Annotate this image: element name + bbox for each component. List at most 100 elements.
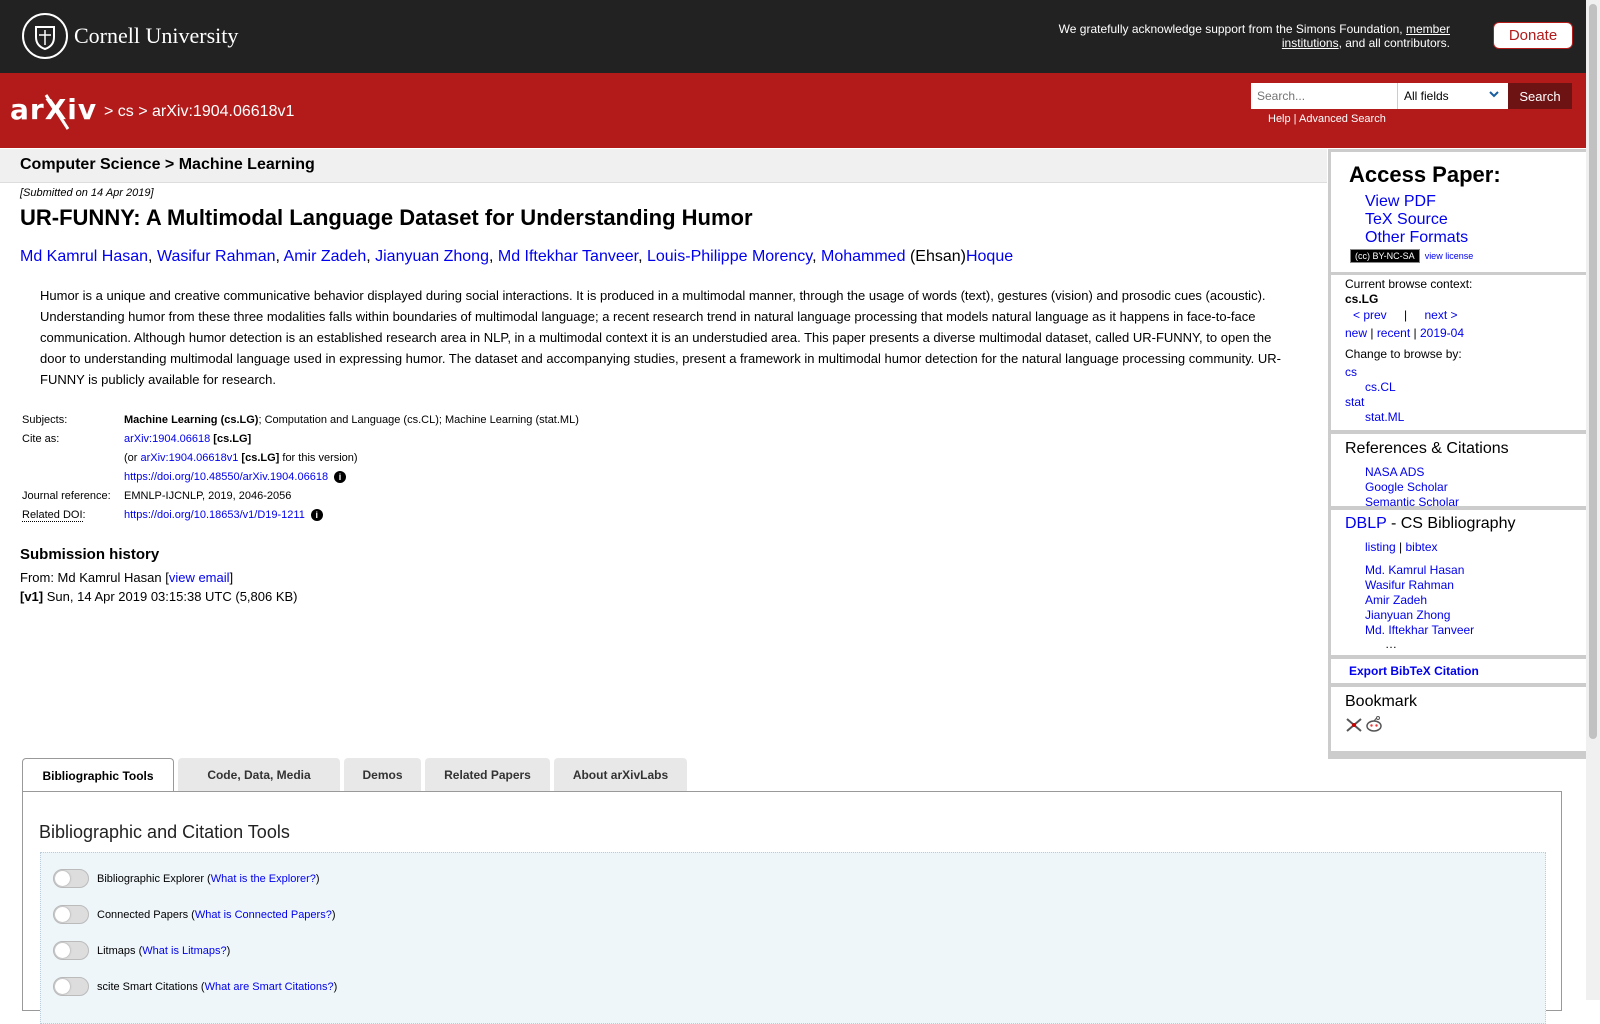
search-field-select[interactable]: All fields (1397, 83, 1508, 109)
metadata-table: Subjects: Machine Learning (cs.LG); Comp… (22, 414, 579, 522)
google-scholar-link[interactable]: Google Scholar (1365, 480, 1448, 494)
author-link[interactable]: Jianyuan Zhong (375, 248, 489, 265)
help-link[interactable]: Help (1268, 113, 1291, 125)
advanced-search-link[interactable]: Advanced Search (1299, 113, 1386, 125)
tab-demos[interactable]: Demos (344, 758, 421, 791)
subject-path: Computer Science > Machine Learning (20, 156, 315, 173)
submission-history-title: Submission history (20, 546, 160, 563)
toggle-switch[interactable] (53, 869, 89, 888)
version-entry: [v1] Sun, 14 Apr 2019 03:15:38 UTC (5,80… (20, 589, 298, 604)
toggle-switch[interactable] (53, 905, 89, 924)
access-paper-box: Access Paper: View PDF TeX Source Other … (1331, 152, 1586, 272)
browse-cscl-link[interactable]: cs.CL (1365, 380, 1396, 394)
bibsonomy-icon[interactable] (1345, 717, 1363, 738)
tool-help-link[interactable]: What is the Explorer? (211, 873, 316, 885)
other-formats-link[interactable]: Other Formats (1365, 229, 1468, 247)
view-license-link[interactable]: view license (1425, 251, 1474, 261)
bookmark-title: Bookmark (1345, 693, 1418, 710)
dblp-author-link[interactable]: Wasifur Rahman (1365, 578, 1454, 592)
tool-help-link[interactable]: What are Smart Citations? (205, 981, 334, 993)
tool-row: Connected Papers (What is Connected Pape… (53, 905, 336, 924)
doi-link[interactable]: https://doi.org/10.48550/arXiv.1904.0661… (124, 471, 328, 483)
paper-title: UR-FUNNY: A Multimodal Language Dataset … (20, 205, 753, 230)
arxiv-logo[interactable]: arXiv (10, 91, 100, 139)
scrollbar-thumb[interactable] (1589, 4, 1597, 739)
tool-help-link[interactable]: What is Litmaps? (142, 945, 226, 957)
cornell-seal-icon (22, 13, 68, 59)
access-paper-title: Access Paper: (1349, 162, 1501, 187)
prev-link[interactable]: < prev (1353, 308, 1387, 322)
recent-link[interactable]: recent (1377, 326, 1410, 340)
submitted-date: [Submitted on 14 Apr 2019] (20, 187, 154, 199)
donate-button[interactable]: Donate (1493, 22, 1573, 49)
support-text: We gratefully acknowledge support from t… (1058, 22, 1450, 50)
author-link[interactable]: Amir Zadeh (284, 248, 367, 265)
search-button[interactable]: Search (1508, 83, 1572, 109)
breadcrumb: > cs > arXiv:1904.06618v1 (104, 103, 295, 120)
author-link[interactable]: Mohammed (821, 248, 905, 265)
related-doi-link[interactable]: https://doi.org/10.18653/v1/D19-1211 (124, 509, 305, 521)
author-link[interactable]: Louis-Philippe Morency (647, 248, 812, 265)
tex-source-link[interactable]: TeX Source (1365, 211, 1468, 229)
version-id-link[interactable]: arXiv:1904.06618v1 (141, 452, 239, 464)
tab-related-papers[interactable]: Related Papers (425, 758, 550, 791)
dblp-author-link[interactable]: Md. Iftekhar Tanveer (1365, 623, 1474, 637)
tab-about-arxivlabs[interactable]: About arXivLabs (554, 758, 687, 791)
bookmark-box: Bookmark (1331, 687, 1586, 751)
toggle-switch[interactable] (53, 977, 89, 996)
top-banner: Cornell University We gratefully acknowl… (0, 0, 1600, 73)
browse-context: cs.LG (1345, 292, 1379, 306)
browse-statml-link[interactable]: stat.ML (1365, 410, 1404, 424)
chevron-down-icon (1488, 88, 1500, 103)
submission-from: From: Md Kamrul Hasan [view email] (20, 570, 234, 585)
dblp-link[interactable]: DBLP (1345, 515, 1387, 532)
dblp-listing-link[interactable]: listing (1365, 540, 1396, 554)
tools-list: Bibliographic Explorer (What is the Expl… (40, 852, 1546, 1024)
export-bibtex-link[interactable]: Export BibTeX Citation (1349, 664, 1479, 678)
references-box: References & Citations NASA ADS Google S… (1331, 434, 1586, 509)
view-pdf-link[interactable]: View PDF (1365, 193, 1468, 211)
tools-panel: Bibliographic and Citation Tools Bibliog… (22, 791, 1562, 1024)
view-email-link[interactable]: view email (169, 570, 230, 585)
svg-text:arXiv: arXiv (10, 93, 97, 126)
tool-row: Litmaps (What is Litmaps?) (53, 941, 230, 960)
cite-id-link[interactable]: arXiv:1904.06618 (124, 433, 210, 445)
export-box: Export BibTeX Citation (1331, 659, 1586, 683)
nasa-ads-link[interactable]: NASA ADS (1365, 465, 1424, 479)
page-scrollbar[interactable] (1586, 0, 1600, 1000)
reddit-icon[interactable] (1365, 715, 1383, 738)
more-authors: … (1385, 637, 1397, 651)
sidebar: Access Paper: View PDF TeX Source Other … (1328, 149, 1586, 759)
dblp-author-link[interactable]: Jianyuan Zhong (1365, 608, 1450, 622)
author-link[interactable]: Hoque (966, 248, 1013, 265)
cornell-logo[interactable]: Cornell University (22, 13, 238, 59)
author-link[interactable]: Md Kamrul Hasan (20, 248, 148, 265)
journal-reference: EMNLP-IJCNLP, 2019, 2046-2056 (124, 490, 292, 502)
dblp-author-link[interactable]: Md. Kamrul Hasan (1365, 563, 1464, 577)
tool-help-link[interactable]: What is Connected Papers? (195, 909, 332, 921)
university-name: Cornell University (74, 23, 239, 48)
breadcrumb-cs[interactable]: cs (118, 103, 134, 120)
info-icon[interactable]: i (334, 471, 347, 483)
arxiv-header: arXiv > cs > arXiv:1904.06618v1 All fiel… (0, 73, 1600, 148)
license-badge[interactable]: (cc) BY-NC-SA (1350, 249, 1420, 263)
month-link[interactable]: 2019-04 (1420, 326, 1464, 340)
tab-bibliographic-tools[interactable]: Bibliographic Tools (22, 758, 174, 792)
author-link[interactable]: Wasifur Rahman (157, 248, 276, 265)
semantic-scholar-link[interactable]: Semantic Scholar (1365, 495, 1459, 509)
info-icon[interactable]: i (310, 509, 323, 521)
panel-title: Bibliographic and Citation Tools (39, 822, 290, 842)
new-link[interactable]: new (1345, 326, 1367, 340)
author-list: Md Kamrul Hasan, Wasifur Rahman, Amir Za… (20, 248, 1014, 265)
dblp-bibtex-link[interactable]: bibtex (1405, 540, 1437, 554)
toggle-switch[interactable] (53, 941, 89, 960)
next-link[interactable]: next > (1425, 308, 1458, 322)
subject-header: Computer Science > Machine Learning (0, 149, 1327, 183)
browse-stat-link[interactable]: stat (1345, 395, 1364, 409)
breadcrumb-id: arXiv:1904.06618v1 (152, 103, 295, 120)
dblp-author-link[interactable]: Amir Zadeh (1365, 593, 1427, 607)
browse-cs-link[interactable]: cs (1345, 365, 1357, 379)
tab-code-data-media[interactable]: Code, Data, Media (178, 758, 340, 791)
search-input[interactable] (1251, 83, 1397, 109)
author-link[interactable]: Md Iftekhar Tanveer (498, 248, 638, 265)
